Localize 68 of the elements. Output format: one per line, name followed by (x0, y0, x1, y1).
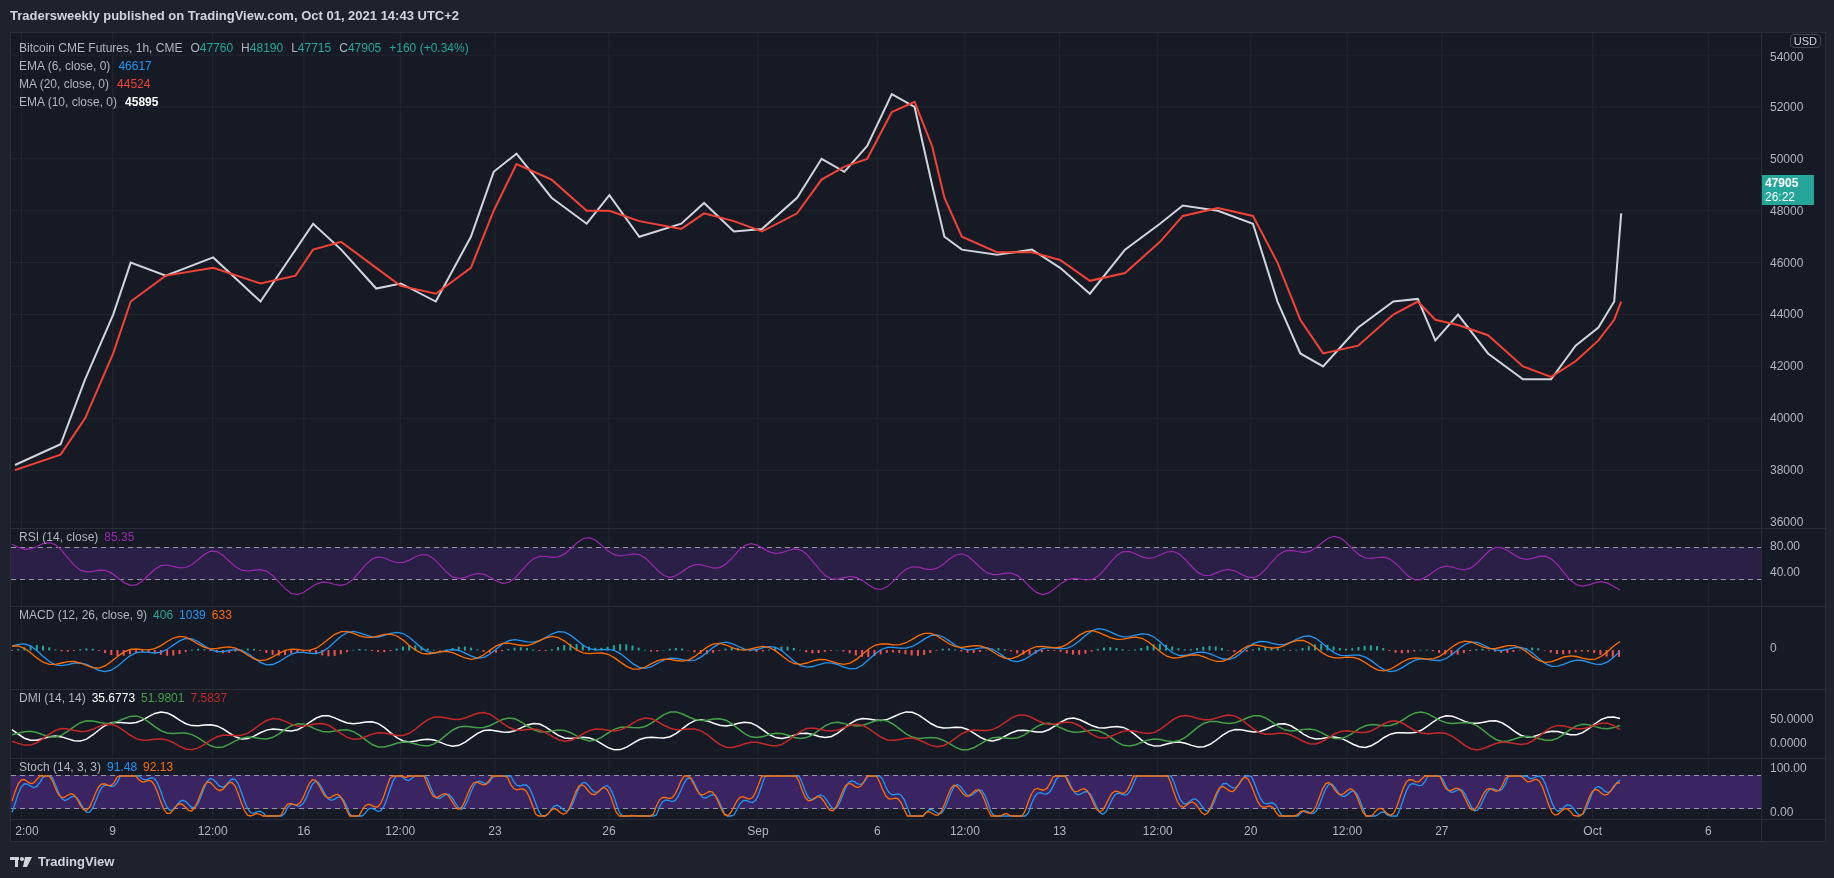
ohlc-value: 47760 (199, 40, 234, 57)
indicator-value: 1039 (179, 608, 206, 622)
time-axis-label: 2:00 (15, 824, 39, 838)
indicator-value: 633 (211, 608, 232, 622)
time-axis-label: Sep (747, 824, 769, 838)
indicator-label: EMA (6, close, 0) (19, 58, 111, 75)
price-axis-label: 38000 (1770, 463, 1804, 478)
ohlc-key: L (291, 39, 298, 57)
price-axis-label: 50000 (1770, 151, 1804, 166)
indicator-label: MA (20, close, 0) (19, 76, 110, 93)
indicator-value: 85.35 (104, 530, 135, 544)
indicator-value: 51.9801 (141, 691, 185, 705)
axis-label: 0 (1770, 641, 1777, 655)
indicator-value: 46617 (118, 58, 152, 75)
indicator-label: MACD (12, 26, close, 9) (19, 608, 148, 622)
time-axis-label: 6 (873, 824, 881, 838)
indicator-value: 44524 (117, 76, 151, 93)
axis-label: 100.00 (1770, 761, 1807, 775)
axis-label: 40.00 (1770, 565, 1801, 579)
time-axis-label: 23 (488, 824, 502, 838)
currency-badge[interactable]: USD (1789, 34, 1821, 48)
price-axis-label: 48000 (1770, 203, 1804, 218)
time-axis-label: 12:00 (197, 824, 228, 838)
time-axis-label: 16 (297, 824, 311, 838)
axis-label: 0.00 (1770, 805, 1794, 819)
time-axis-label: 20 (1244, 824, 1258, 838)
indicator-label: Stoch (14, 3, 3) (19, 760, 102, 774)
time-axis-label: Oct (1583, 824, 1602, 838)
price-axis-label: 40000 (1770, 411, 1804, 426)
axis-label: 50.0000 (1770, 712, 1814, 726)
publish-title: Tradersweekly published on TradingView.com, Oct 01, 2021 14:43 UTC+2 (10, 7, 460, 26)
ohlc-value: 47905 (347, 40, 382, 57)
indicator-value: 91.48 (107, 760, 138, 774)
time-axis-label: 13 (1052, 824, 1067, 838)
ohlc-value: 48190 (249, 40, 284, 57)
ohlc-key: H (241, 39, 250, 57)
indicator-value: 92.13 (143, 760, 174, 774)
time-axis-label: 27 (1435, 824, 1449, 838)
time-axis-label: 12:00 (1332, 824, 1363, 838)
indicator-value: 7.5837 (190, 691, 228, 705)
indicator-label: RSI (14, close) (19, 530, 99, 544)
axis-label: 80.00 (1770, 539, 1801, 553)
logo-icon (10, 855, 32, 868)
symbol-title: Bitcoin CME Futures, 1h, CME (19, 40, 183, 57)
indicator-value: 406 (153, 608, 174, 622)
brand-name: TradingView (38, 853, 115, 871)
ohlc-value: 47715 (297, 40, 332, 57)
time-axis-label: 12:00 (385, 824, 416, 838)
price-axis-label: 54000 (1770, 50, 1804, 64)
ohlc-key: O (190, 39, 200, 57)
ohlc-key: C (339, 39, 348, 57)
time-axis-label: 6 (1705, 824, 1712, 838)
price-axis-label: 36000 (1770, 515, 1804, 530)
last-price-tag: 47905 26:22 (1762, 175, 1814, 205)
price-axis-label: 46000 (1770, 255, 1804, 270)
indicator-value: 35.6773 (91, 691, 136, 705)
price-axis-label: 52000 (1770, 99, 1804, 114)
indicator-label: DMI (14, 14) (19, 691, 86, 705)
indicator-label: EMA (10, close, 0) (19, 94, 118, 111)
price-axis-label: 44000 (1770, 307, 1804, 322)
time-axis-label: 12:00 (1142, 824, 1173, 838)
time-axis-label: 12:00 (949, 824, 980, 838)
time-axis-label: 9 (109, 824, 117, 838)
axis-label: 0.0000 (1770, 736, 1807, 750)
price-axis-label: 42000 (1770, 359, 1804, 374)
indicator-value: 45895 (125, 94, 159, 111)
time-axis-label: 26 (602, 824, 616, 838)
price-change: +160 (+0.34%) (389, 40, 469, 57)
